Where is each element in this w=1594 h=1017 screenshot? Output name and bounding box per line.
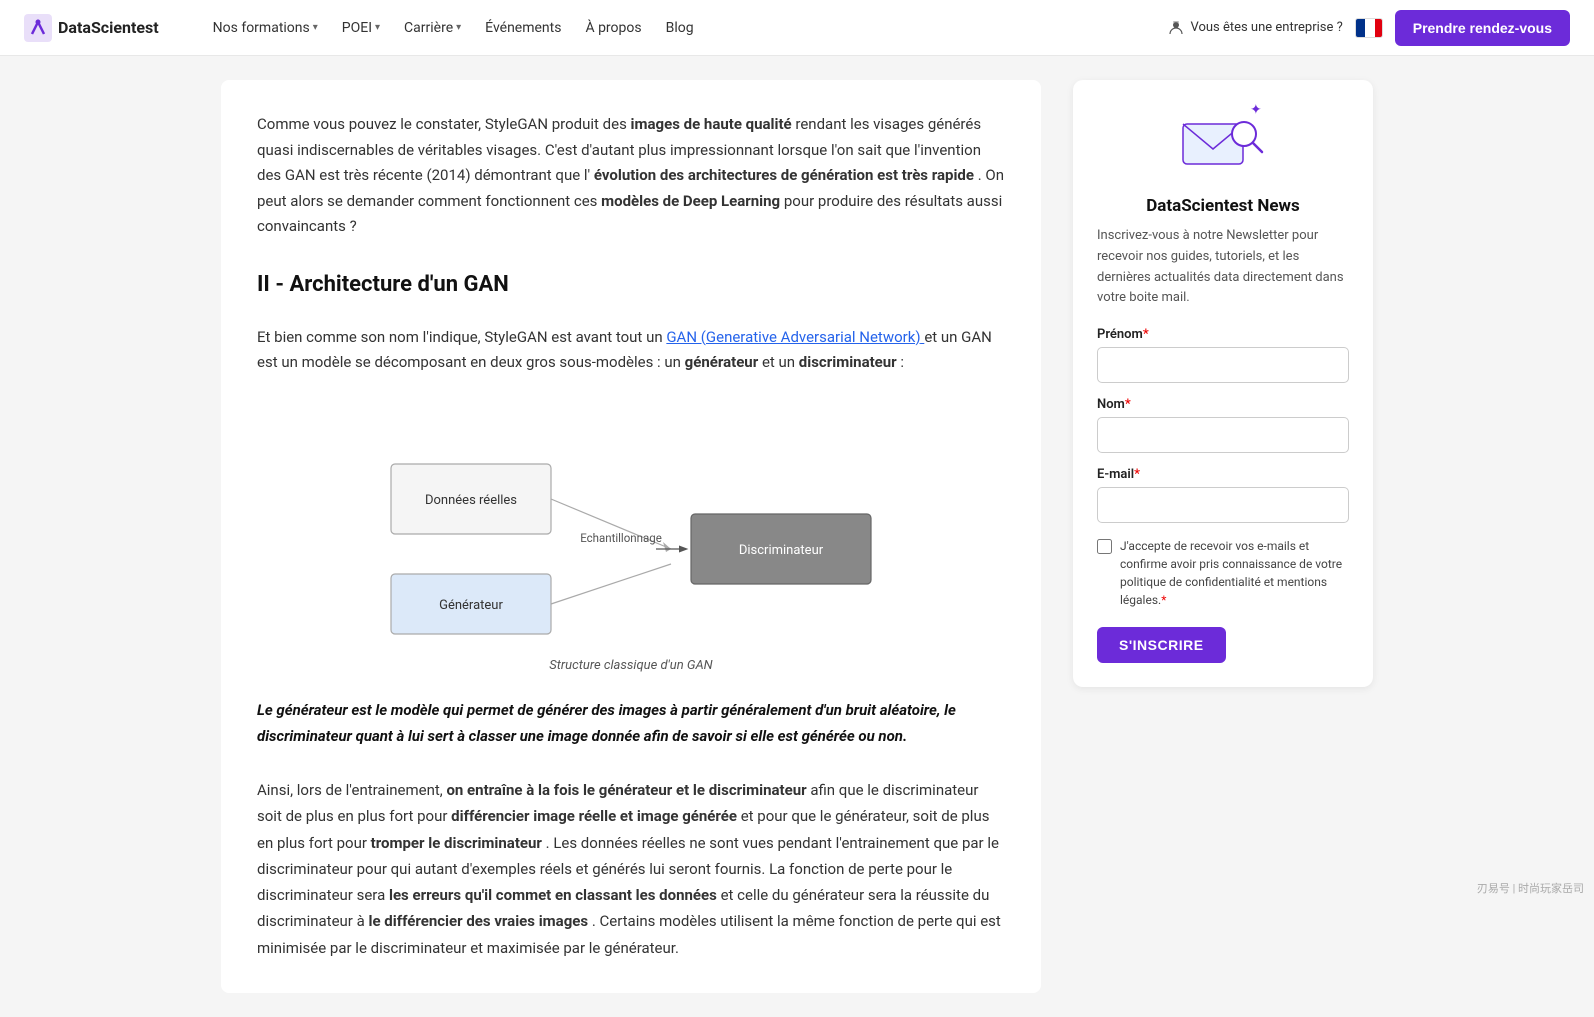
nom-required: *	[1125, 397, 1131, 412]
gan-diagram: Données réelles Générateur Echantillonna…	[361, 404, 901, 644]
nav-poei[interactable]: POEI ▾	[332, 14, 390, 42]
section-text-4: :	[900, 353, 904, 371]
enterprise-icon	[1168, 20, 1184, 36]
prenom-group: Prénom*	[1097, 327, 1349, 383]
flag-fr[interactable]	[1355, 18, 1383, 38]
newsletter-form: Prénom* Nom* E-mail*	[1097, 327, 1349, 663]
svg-text:Discriminateur: Discriminateur	[739, 543, 824, 558]
consent-row: J'accepte de recevoir vos e-mails et con…	[1097, 537, 1349, 609]
logo-icon	[24, 14, 52, 42]
email-label: E-mail*	[1097, 467, 1349, 482]
nom-group: Nom*	[1097, 397, 1349, 453]
sidebar: ✦ DataScientest News Inscrivez-vous à no…	[1073, 80, 1373, 993]
svg-text:✦: ✦	[1250, 104, 1262, 118]
chevron-down-icon: ▾	[375, 22, 380, 33]
newsletter-icon-wrap: ✦	[1097, 104, 1349, 184]
svg-text:Données réelles: Données réelles	[425, 493, 517, 508]
prenom-label: Prénom*	[1097, 327, 1349, 342]
nav-formations-label: Nos formations	[213, 20, 310, 36]
nav-poei-label: POEI	[342, 20, 372, 36]
diagram-caption: Structure classique d'un GAN	[549, 658, 712, 673]
france-flag-icon	[1356, 19, 1383, 38]
nav-carriere[interactable]: Carrière ▾	[394, 14, 471, 42]
email-group: E-mail*	[1097, 467, 1349, 523]
main-content: Comme vous pouvez le constater, StyleGAN…	[221, 80, 1041, 993]
nav-evenements[interactable]: Événements	[475, 14, 571, 42]
svg-text:Echantillonnage: Echantillonnage	[580, 531, 662, 545]
bottom-bold-2: différencier image réelle et image génér…	[451, 807, 737, 825]
nav-apropos-label: À propos	[585, 20, 641, 36]
section-text-1: Et bien comme son nom l'indique, StyleGA…	[257, 328, 666, 346]
newsletter-icon: ✦	[1178, 104, 1268, 184]
nom-input[interactable]	[1097, 417, 1349, 453]
nav-blog-label: Blog	[666, 20, 694, 36]
intro-text-1: Comme vous pouvez le constater, StyleGAN…	[257, 115, 631, 133]
sidebar-title: DataScientest News	[1097, 196, 1349, 216]
section-text-3: et un	[762, 353, 799, 371]
intro-paragraph: Comme vous pouvez le constater, StyleGAN…	[257, 112, 1005, 240]
consent-checkbox[interactable]	[1097, 539, 1112, 554]
nav-blog[interactable]: Blog	[656, 14, 704, 42]
bottom-bold-3: tromper le discriminateur	[371, 834, 542, 852]
cta-button[interactable]: Prendre rendez-vous	[1395, 10, 1570, 46]
bottom-bold-5: le différencier des vraies images	[369, 912, 589, 930]
enterprise-label: Vous êtes une entreprise ?	[1190, 20, 1342, 35]
nav-formations[interactable]: Nos formations ▾	[203, 14, 328, 42]
newsletter-card: ✦ DataScientest News Inscrivez-vous à no…	[1073, 80, 1373, 687]
nav-links: Nos formations ▾ POEI ▾ Carrière ▾ Événe…	[203, 14, 1141, 42]
diagram-container: Données réelles Générateur Echantillonna…	[257, 404, 1005, 673]
nav-right: Vous êtes une entreprise ? Prendre rende…	[1168, 10, 1570, 46]
section-bold-2: discriminateur	[799, 353, 897, 371]
section-title: II - Architecture d'un GAN	[257, 272, 1005, 305]
nom-label: Nom*	[1097, 397, 1349, 412]
svg-text:Générateur: Générateur	[439, 598, 503, 613]
sidebar-desc: Inscrivez-vous à notre Newsletter pour r…	[1097, 226, 1349, 309]
bottom-text-1: Ainsi, lors de l'entrainement,	[257, 781, 446, 799]
nav-apropos[interactable]: À propos	[575, 14, 651, 42]
email-required: *	[1134, 467, 1140, 482]
intro-bold-3: modèles de Deep Learning	[601, 192, 780, 210]
diagram-svg: Données réelles Générateur Echantillonna…	[361, 404, 901, 648]
bottom-bold-1: on entraîne à la fois le générateur et l…	[446, 781, 806, 799]
consent-label: J'accepte de recevoir vos e-mails et con…	[1120, 537, 1349, 609]
logo-text: DataScientest	[58, 18, 159, 37]
enterprise-link[interactable]: Vous êtes une entreprise ?	[1168, 20, 1342, 36]
section-bold-1: générateur	[685, 353, 759, 371]
intro-bold-1: images de haute qualité	[631, 115, 792, 133]
prenom-required: *	[1143, 327, 1149, 342]
navbar: DataScientest Nos formations ▾ POEI ▾ Ca…	[0, 0, 1594, 56]
logo[interactable]: DataScientest	[24, 14, 159, 42]
gan-link[interactable]: GAN (Generative Adversarial Network)	[666, 328, 924, 346]
subscribe-button[interactable]: S'INSCRIRE	[1097, 627, 1226, 663]
bottom-bold-4: les erreurs qu'il commet en classant les…	[389, 886, 717, 904]
email-input[interactable]	[1097, 487, 1349, 523]
prenom-input[interactable]	[1097, 347, 1349, 383]
nav-carriere-label: Carrière	[404, 20, 453, 36]
nav-evenements-label: Événements	[485, 20, 561, 36]
section-paragraph: Et bien comme son nom l'indique, StyleGA…	[257, 325, 1005, 376]
chevron-down-icon: ▾	[456, 22, 461, 33]
gan-link-text: GAN (Generative Adversarial Network)	[666, 328, 920, 346]
chevron-down-icon: ▾	[313, 22, 318, 33]
block-quote: Le générateur est le modèle qui permet d…	[257, 697, 1005, 750]
bottom-paragraph: Ainsi, lors de l'entrainement, on entraî…	[257, 777, 1005, 961]
intro-bold-2: évolution des architectures de génératio…	[594, 166, 974, 184]
watermark: 刃易号 | 时尚玩家岳司	[1477, 880, 1584, 896]
page-layout: Comme vous pouvez le constater, StyleGAN…	[197, 56, 1397, 1017]
blockquote-text: Le générateur est le modèle qui permet d…	[257, 701, 956, 745]
